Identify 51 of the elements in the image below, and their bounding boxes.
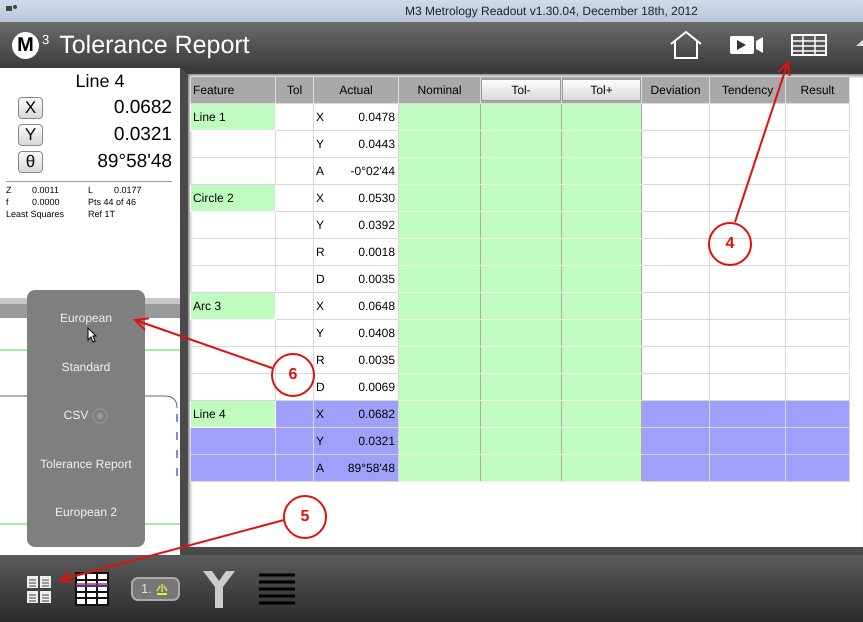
column-header: Deviation — [642, 76, 710, 104]
feature-cell[interactable]: Line 4 — [190, 400, 276, 428]
column-header: Result — [786, 76, 850, 104]
callout-number: 4 — [708, 222, 752, 266]
table-icon[interactable] — [791, 34, 827, 56]
callout-number: 6 — [271, 353, 315, 397]
column-header: Tendency — [710, 76, 786, 104]
stat-label: f — [6, 197, 10, 208]
home-icon[interactable] — [669, 30, 703, 60]
column-header: Actual — [314, 76, 399, 104]
stat-value: 0.0177 — [114, 185, 142, 196]
cursor-icon — [87, 327, 97, 343]
window-title: M3 Metrology Readout v1.30.04, December 18th, 2012 — [405, 4, 698, 18]
video-camera-icon[interactable] — [729, 34, 765, 56]
page-title: Tolerance Report — [59, 30, 250, 60]
feature-name: Line 4 — [74, 71, 126, 92]
table-grid-icon[interactable] — [75, 572, 109, 606]
axis-value: 0.0682 — [114, 96, 172, 118]
actual-cell: 0.0321 — [332, 428, 399, 454]
axis-cell: A — [314, 454, 332, 482]
feature-cell[interactable]: Arc 3 — [190, 292, 276, 320]
actual-cell: 0.0682 — [332, 400, 399, 428]
stat-label: Pts 44 of 46 — [88, 197, 136, 208]
column-header: Tol — [276, 76, 314, 104]
axis-button[interactable]: Y — [18, 124, 43, 146]
axis-value: 0.0321 — [114, 124, 172, 146]
documents-icon[interactable] — [25, 574, 53, 604]
app-icon — [6, 5, 18, 13]
stat-label: Least Squares — [6, 209, 64, 220]
feature-cell[interactable]: Circle 2 — [190, 184, 276, 212]
column-header: Nominal — [398, 76, 481, 104]
axis-value: 89°58'48 — [97, 150, 172, 172]
stat-label: L — [88, 185, 94, 196]
stat-value: 0.0011 — [32, 185, 59, 196]
actual-cell: 89°58'48 — [332, 454, 399, 482]
axis-button[interactable]: X — [18, 96, 43, 118]
column-header-button[interactable]: Tol- — [481, 79, 562, 101]
stat-value: 0.0000 — [32, 197, 60, 208]
radio-icon[interactable] — [92, 408, 108, 424]
stat-label: Z — [6, 185, 12, 196]
feature-cell[interactable]: Line 1 — [190, 104, 276, 130]
fork-icon[interactable] — [202, 568, 236, 608]
axis-button[interactable]: θ — [18, 150, 43, 172]
axis-cell: Y — [314, 428, 332, 454]
column-header-button[interactable]: Tol+ — [562, 79, 642, 101]
stat-label: Ref 1T — [88, 209, 116, 220]
column-header: Feature — [190, 76, 276, 104]
callout-number: 5 — [283, 495, 327, 539]
glow-icon — [154, 582, 170, 596]
axis-cell: X — [314, 400, 332, 428]
app-logo: M $^{3}$ — [12, 32, 50, 58]
